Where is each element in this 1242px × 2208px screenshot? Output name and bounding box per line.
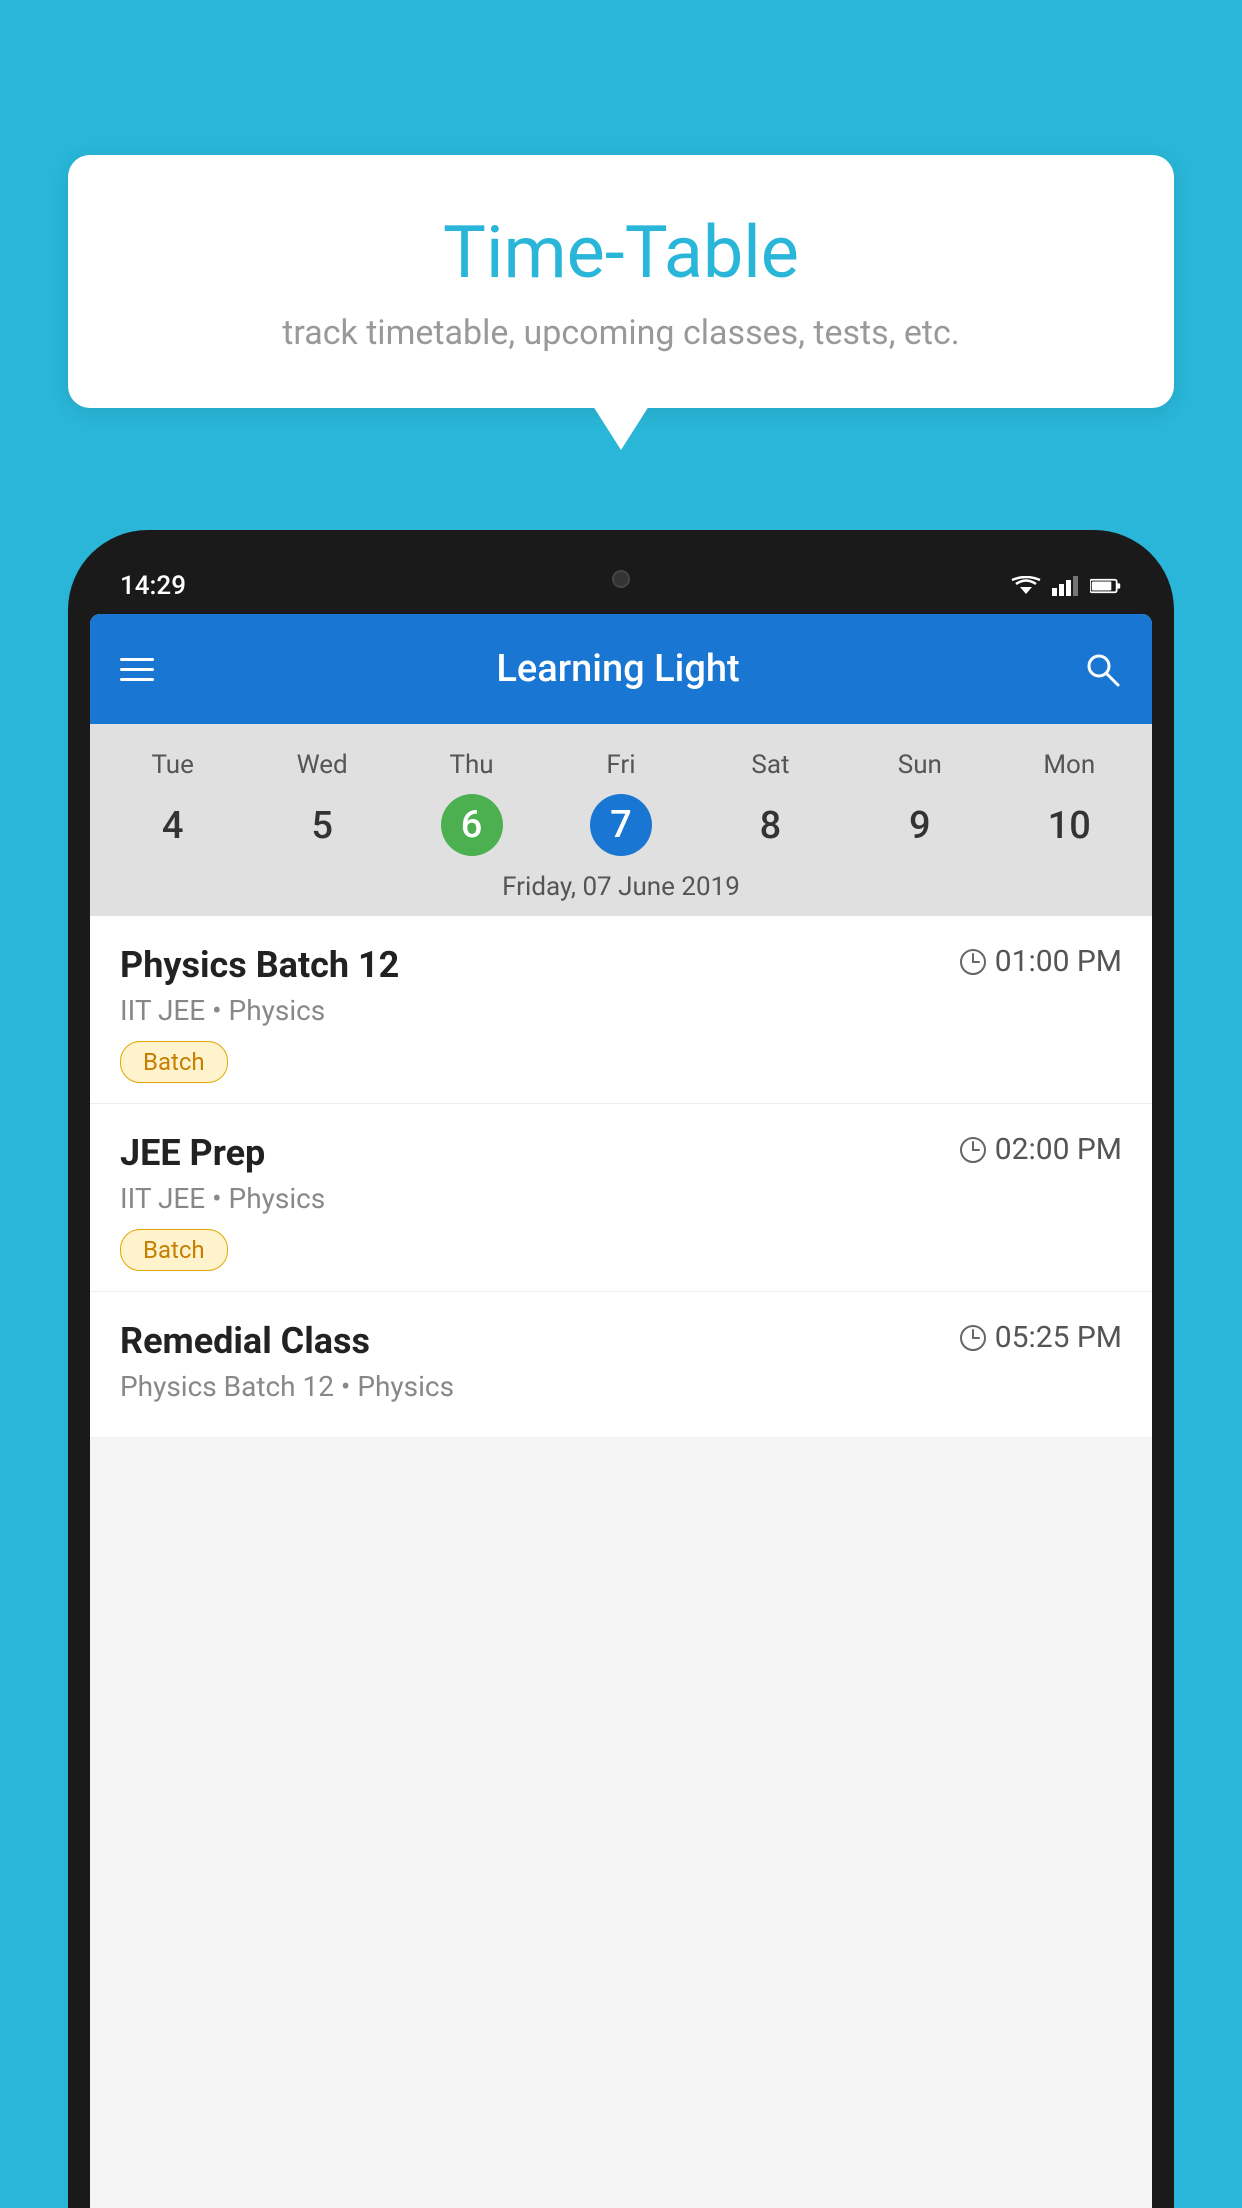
day-header: Tue: [98, 742, 247, 788]
selected-date-label: Friday, 07 June 2019: [90, 858, 1152, 916]
schedule-item-time: 01:00 PM: [959, 944, 1122, 979]
bubble-title: Time-Table: [108, 210, 1134, 295]
schedule-item-header: Remedial Class 05:25 PM: [120, 1320, 1122, 1362]
day-headers: TueWedThuFriSatSunMon: [90, 742, 1152, 788]
batch-badge: Batch: [120, 1041, 228, 1083]
speech-bubble: Time-Table track timetable, upcoming cla…: [68, 155, 1174, 408]
schedule-item-header: JEE Prep 02:00 PM: [120, 1132, 1122, 1174]
schedule-item-sub: IIT JEE • Physics: [120, 994, 1122, 1027]
wifi-icon: [1010, 576, 1042, 596]
app-bar: Learning Light: [90, 614, 1152, 724]
menu-line: [120, 668, 154, 671]
schedule-item-sub: IIT JEE • Physics: [120, 1182, 1122, 1215]
notch: [561, 558, 681, 600]
speech-bubble-container: Time-Table track timetable, upcoming cla…: [68, 155, 1174, 408]
schedule-item-sub: Physics Batch 12 • Physics: [120, 1370, 1122, 1403]
schedule-item-time: 05:25 PM: [959, 1320, 1122, 1355]
status-icons: [1010, 576, 1122, 596]
camera-dot: [612, 570, 630, 588]
app-title: Learning Light: [496, 647, 739, 691]
battery-icon: [1090, 576, 1122, 596]
day-header: Thu: [397, 742, 546, 788]
status-bar: 14:29: [90, 558, 1152, 614]
day-header: Sat: [696, 742, 845, 788]
signal-icon: [1050, 576, 1082, 596]
schedule-item-header: Physics Batch 12 01:00 PM: [120, 944, 1122, 986]
schedule-list: Physics Batch 12 01:00 PM IIT JEE • Phys…: [90, 916, 1152, 1438]
schedule-item[interactable]: JEE Prep 02:00 PM IIT JEE • Physics Batc…: [90, 1104, 1152, 1292]
day-numbers: 456 78910: [90, 794, 1152, 858]
day-number[interactable]: 6: [441, 794, 503, 856]
schedule-item[interactable]: Physics Batch 12 01:00 PM IIT JEE • Phys…: [90, 916, 1152, 1104]
clock-icon: [959, 1136, 987, 1164]
day-header: Fri: [546, 742, 695, 788]
schedule-item-title: Physics Batch 12: [120, 944, 399, 986]
search-button[interactable]: [1082, 649, 1122, 689]
batch-badge: Batch: [120, 1229, 228, 1271]
schedule-item-title: Remedial Class: [120, 1320, 370, 1362]
day-number[interactable]: 10: [995, 794, 1144, 858]
clock-icon: [959, 948, 987, 976]
schedule-item[interactable]: Remedial Class 05:25 PM Physics Batch 12…: [90, 1292, 1152, 1438]
phone-outer: 14:29: [68, 530, 1174, 2208]
calendar-section: TueWedThuFriSatSunMon 456 78910 Friday, 0…: [90, 724, 1152, 916]
phone-screen: Learning Light TueWedThuFriSatSunMon 456…: [90, 614, 1152, 2208]
day-number[interactable]: 7: [590, 794, 652, 856]
day-header: Sun: [845, 742, 994, 788]
day-number[interactable]: 9: [845, 794, 994, 858]
status-time: 14:29: [120, 571, 186, 601]
day-header: Mon: [995, 742, 1144, 788]
search-icon: [1082, 649, 1122, 689]
phone-frame: 14:29: [68, 530, 1174, 2208]
hamburger-menu-button[interactable]: [120, 658, 154, 681]
day-header: Wed: [247, 742, 396, 788]
schedule-item-time: 02:00 PM: [959, 1132, 1122, 1167]
clock-icon: [959, 1324, 987, 1352]
day-number[interactable]: 8: [696, 794, 845, 858]
menu-line: [120, 678, 154, 681]
day-number[interactable]: 5: [247, 794, 396, 858]
menu-line: [120, 658, 154, 661]
day-number[interactable]: 4: [98, 794, 247, 858]
schedule-item-title: JEE Prep: [120, 1132, 265, 1174]
bubble-subtitle: track timetable, upcoming classes, tests…: [108, 313, 1134, 353]
